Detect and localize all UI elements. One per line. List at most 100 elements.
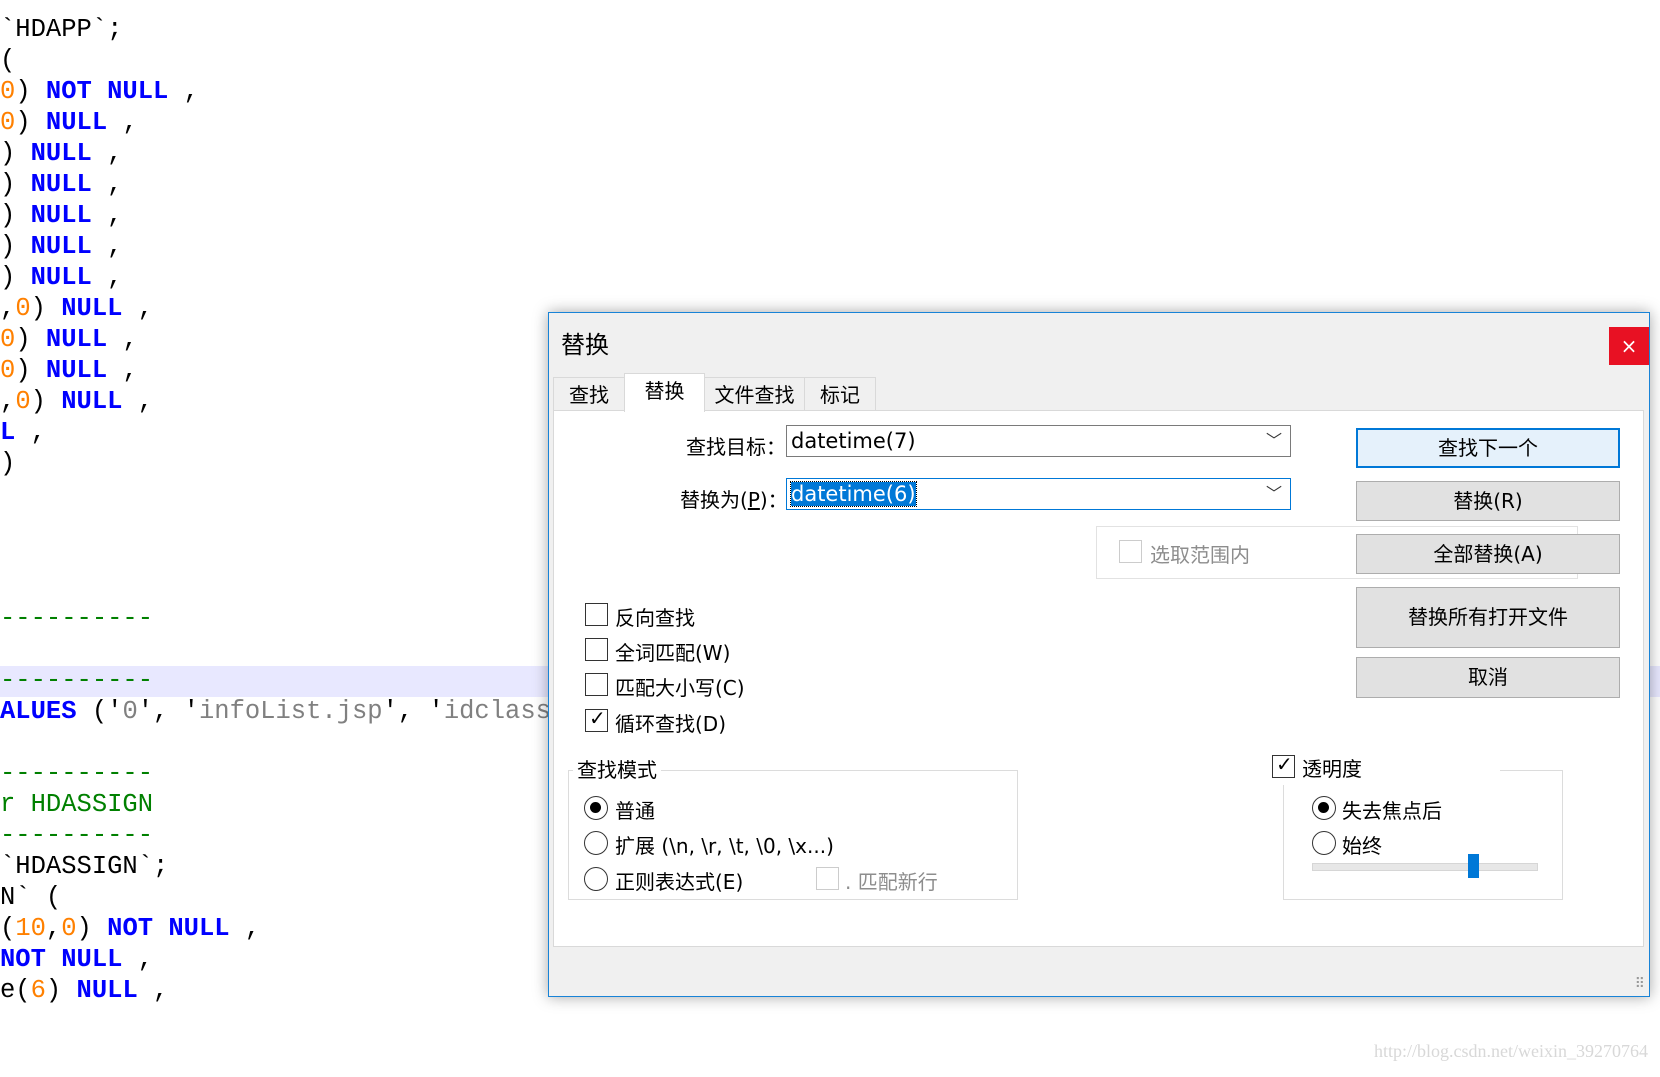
code-line: (10,0) NOT NULL ,	[0, 913, 260, 944]
replace-panel: 查找目标： datetime(7) ﹀ 替换为(P)： datetime(6) …	[553, 410, 1644, 947]
whole-word-checkbox[interactable]	[585, 638, 608, 661]
code-line: N` (	[0, 882, 61, 913]
tab-find-in-files[interactable]: 文件查找	[704, 377, 805, 411]
code-token: 0	[15, 387, 31, 416]
code-token: )	[0, 201, 31, 230]
mode-extended-radio[interactable]	[584, 831, 608, 855]
code-token: ,	[107, 356, 138, 385]
code-token: )	[15, 108, 46, 137]
dot-newline-checkbox[interactable]	[816, 867, 839, 890]
tab-mark[interactable]: 标记	[804, 377, 876, 411]
code-token: )	[45, 976, 77, 1005]
replace-input[interactable]: datetime(6) ﹀	[786, 478, 1291, 510]
cancel-button[interactable]: 取消	[1356, 657, 1620, 698]
wrap-checkbox[interactable]: ✓	[585, 706, 608, 732]
code-line: 0) NULL ,	[0, 355, 138, 386]
close-button[interactable]: ×	[1609, 327, 1649, 365]
replace-all-button[interactable]: 全部替换(A)	[1356, 534, 1620, 574]
code-token: ----------	[0, 821, 154, 850]
transparency-checkbox[interactable]: ✓	[1272, 752, 1295, 778]
tab-replace[interactable]: 替换	[624, 373, 705, 412]
code-token: ,	[91, 263, 123, 292]
code-line: L ,	[0, 417, 46, 448]
code-token: 0	[0, 325, 16, 354]
chevron-down-icon[interactable]: ﹀	[1266, 479, 1282, 509]
code-token: NULL	[76, 976, 138, 1005]
code-token: 0	[0, 108, 16, 137]
code-token: )	[30, 387, 62, 416]
code-line: e(6) NULL ,	[0, 975, 168, 1006]
replace-label: 替换为(P)：	[680, 488, 788, 512]
code-token: (	[0, 46, 16, 75]
chevron-down-icon[interactable]: ﹀	[1266, 426, 1282, 456]
code-token: NULL	[45, 325, 108, 354]
code-token: )	[76, 914, 108, 943]
find-input[interactable]: datetime(7) ﹀	[786, 425, 1291, 457]
code-line: (	[0, 45, 15, 76]
mode-regex-radio[interactable]	[584, 867, 608, 891]
code-token: ,	[91, 201, 123, 230]
code-token: idclass	[443, 697, 551, 726]
code-line: ALUES ('0', 'infoList.jsp', 'idclass	[0, 696, 551, 727]
whole-word-label: 全词匹配(W)	[615, 641, 731, 665]
code-token: ', '	[382, 697, 444, 726]
code-token: ,	[91, 170, 123, 199]
dot-newline-label: . 匹配新行	[845, 870, 938, 894]
wrap-label: 循环查找(D)	[615, 712, 727, 736]
code-line: NOT NULL ,	[0, 944, 153, 975]
code-token: 0	[0, 356, 16, 385]
replace-dialog: 替换 × 查找 替换 文件查找 标记 查找目标： datetime(7) ﹀ 替…	[548, 312, 1650, 997]
in-selection-label: 选取范围内	[1150, 543, 1250, 567]
code-token: )	[15, 356, 46, 385]
always-label: 始终	[1342, 834, 1382, 858]
mode-normal-radio[interactable]	[584, 796, 608, 820]
always-radio[interactable]	[1312, 831, 1336, 855]
replace-all-open-files-button[interactable]: 替换所有打开文件	[1356, 587, 1620, 648]
code-token: 6	[30, 976, 46, 1005]
code-line: ,0) NULL ,	[0, 293, 153, 324]
code-token: 0	[122, 697, 138, 726]
code-line: ) NULL ,	[0, 200, 122, 231]
radio-dot-icon	[1318, 802, 1329, 813]
tab-find[interactable]: 查找	[553, 377, 625, 411]
resize-grip-icon[interactable]: ⠿	[1635, 976, 1645, 992]
transparency-slider-track[interactable]	[1312, 863, 1538, 871]
code-token: NULL	[45, 356, 108, 385]
code-token: ,	[122, 387, 154, 416]
code-token: ,	[15, 418, 46, 447]
code-token: ('	[76, 697, 123, 726]
code-line: ) NULL ,	[0, 169, 122, 200]
transparency-header: ✓ 透明度	[1268, 749, 1500, 785]
replace-button[interactable]: 替换(R)	[1356, 481, 1620, 521]
code-token: NOT NULL	[107, 914, 230, 943]
find-next-button[interactable]: 查找下一个	[1356, 428, 1620, 468]
find-label: 查找目标：	[686, 435, 786, 459]
code-token: ,	[0, 294, 16, 323]
code-token: NULL	[30, 170, 92, 199]
code-token: ', '	[137, 697, 199, 726]
code-token: )	[0, 232, 31, 261]
code-line: ----------	[0, 758, 153, 789]
match-case-checkbox[interactable]	[585, 673, 608, 696]
on-lose-focus-radio[interactable]	[1312, 796, 1336, 820]
code-token: NULL	[45, 108, 108, 137]
code-token: r HDASSIGN	[0, 790, 154, 819]
code-token: ----------	[0, 759, 154, 788]
code-token: NULL	[61, 387, 123, 416]
code-token: ,	[122, 945, 154, 974]
transparency-slider-thumb[interactable]	[1467, 854, 1479, 878]
code-token: NULL	[30, 232, 92, 261]
in-selection-checkbox[interactable]	[1119, 540, 1142, 563]
backward-checkbox[interactable]	[585, 603, 608, 626]
code-token: )	[0, 139, 31, 168]
code-token: ----------	[0, 666, 154, 695]
code-line: `HDAPP`;	[0, 14, 122, 45]
code-token: NULL	[30, 263, 92, 292]
code-token: NULL	[30, 139, 92, 168]
code-token: (	[0, 914, 16, 943]
code-token: NULL	[61, 294, 123, 323]
code-token: N` (	[0, 883, 62, 912]
dialog-status-bar: ⠿	[549, 947, 1649, 996]
code-line: 0) NOT NULL ,	[0, 76, 199, 107]
code-token: NOT NULL	[0, 945, 123, 974]
